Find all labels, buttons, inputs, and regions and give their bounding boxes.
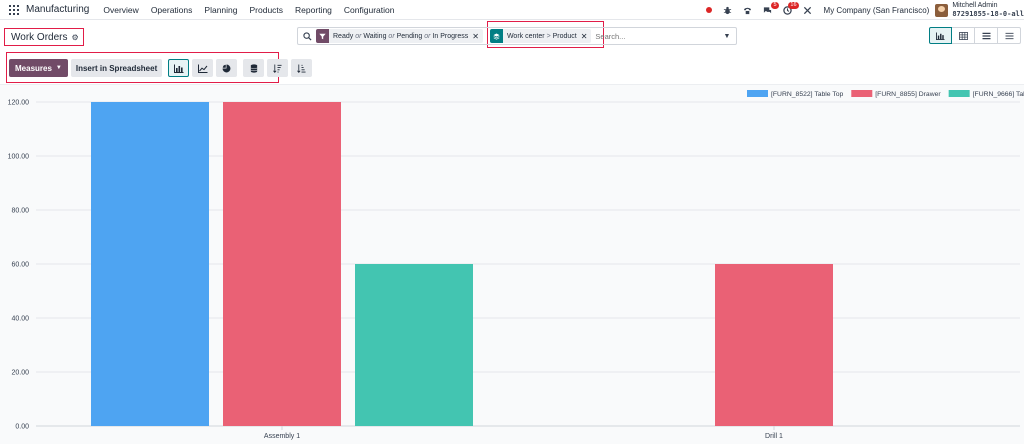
graph-view-button[interactable] [929, 27, 952, 44]
database-name: 87291855-18-0-all [952, 10, 1024, 18]
pie-chart-button[interactable] [216, 59, 238, 77]
group-facet-text: Work center > Product [506, 32, 577, 40]
sort-ascending-icon [297, 63, 306, 73]
chart-bar [715, 264, 833, 426]
y-tick-label: 40.00 [11, 316, 29, 323]
descending-sort-button[interactable] [267, 59, 289, 77]
line-chart-button[interactable] [192, 59, 214, 77]
legend-label: [FURN_8522] Table Top [771, 91, 844, 98]
menu-reporting[interactable]: Reporting [295, 5, 332, 15]
stacked-button[interactable] [243, 59, 265, 77]
x-tick-label: Assembly 1 [264, 433, 300, 440]
search-input[interactable] [595, 31, 718, 41]
chart-bar [91, 102, 209, 426]
systray: 5 16 [705, 1, 812, 15]
tools-icon[interactable] [803, 6, 812, 15]
messages-badge: 5 [771, 1, 779, 9]
chart-bar [223, 102, 341, 426]
bar-chart: 0.00 20.00 40.00 60.00 80.00 100.00 120.00 Asse… [8, 90, 1024, 440]
hamburger-icon [1005, 32, 1013, 39]
search-icon[interactable] [298, 31, 316, 41]
app-name[interactable]: Manufacturing [26, 4, 89, 15]
y-tick-label: 0.00 [15, 424, 29, 431]
user-avatar[interactable] [935, 3, 949, 17]
pivot-grid-icon [958, 31, 968, 40]
record-icon[interactable] [705, 7, 712, 13]
y-tick-label: 80.00 [11, 208, 29, 215]
view-switcher [929, 27, 1021, 44]
gear-icon[interactable]: ⚙ [72, 33, 79, 42]
bar-chart-icon [173, 64, 184, 73]
y-tick-label: 120.00 [8, 100, 30, 107]
list-icon [982, 32, 990, 39]
bug-icon[interactable] [723, 6, 732, 15]
ascending-sort-button[interactable] [291, 59, 313, 77]
x-tick-label: Drill 1 [765, 433, 783, 440]
insert-spreadsheet-button[interactable]: Insert in Spreadsheet [70, 59, 163, 77]
measures-label: Measures [15, 63, 52, 73]
search-options-chevron-icon[interactable]: ▼ [718, 33, 736, 40]
filter-facet-text: Ready or Waiting or Pending or In Progre… [333, 32, 469, 40]
graph-toolbar: Measures ▼ Insert in Spreadsheet [9, 59, 313, 77]
legend-label: [FURN_9666] Table [973, 91, 1024, 98]
menu-view-button[interactable] [998, 27, 1021, 44]
legend-swatch [948, 90, 970, 97]
menu-products[interactable]: Products [250, 5, 284, 15]
y-tick-label: 20.00 [11, 370, 29, 377]
measures-dropdown-button[interactable]: Measures ▼ [9, 59, 68, 77]
user-menu[interactable]: Mitchell Admin 87291855-18-0-all [952, 2, 1024, 18]
y-tick-label: 60.00 [11, 262, 29, 269]
menu-operations[interactable]: Operations [151, 5, 193, 15]
remove-group-icon[interactable]: ✕ [581, 32, 592, 41]
legend-swatch [747, 90, 768, 97]
menu-overview[interactable]: Overview [103, 5, 138, 15]
sort-descending-icon [273, 63, 282, 73]
filter-facet[interactable]: Ready or Waiting or Pending or In Progre… [316, 29, 483, 43]
line-chart-icon [197, 64, 208, 73]
list-view-button[interactable] [975, 27, 998, 44]
database-stack-icon [250, 63, 257, 73]
bar-chart-icon [936, 31, 945, 40]
menu-planning[interactable]: Planning [204, 5, 237, 15]
phone-icon[interactable] [743, 6, 752, 15]
search-bar: Ready or Waiting or Pending or In Progre… [297, 27, 737, 45]
pie-chart-icon [222, 64, 231, 72]
page-title[interactable]: Work Orders [11, 32, 68, 43]
apps-menu-icon[interactable] [9, 4, 19, 15]
legend-label: [FURN_8855] Drawer [875, 91, 941, 98]
user-name: Mitchell Admin [952, 2, 998, 9]
bar-chart-button[interactable] [168, 59, 190, 77]
top-navbar: Manufacturing Overview Operations Planni… [0, 0, 1024, 20]
caret-down-icon: ▼ [55, 65, 62, 71]
activities-badge: 16 [788, 1, 799, 9]
main-menu: Overview Operations Planning Products Re… [103, 5, 394, 15]
company-switcher[interactable]: My Company (San Francisco) [824, 6, 930, 15]
menu-configuration[interactable]: Configuration [344, 5, 395, 15]
breadcrumb: Work Orders ⚙ [4, 28, 84, 46]
activities-icon[interactable]: 16 [782, 1, 799, 15]
pivot-view-button[interactable] [952, 27, 975, 44]
messages-icon[interactable]: 5 [763, 1, 779, 15]
group-facet[interactable]: Work center > Product ✕ [489, 29, 592, 43]
layers-icon [489, 29, 503, 43]
remove-filter-icon[interactable]: ✕ [472, 32, 483, 41]
legend-swatch [851, 90, 873, 97]
control-panel: Work Orders ⚙ Ready or Waiting or Pendin… [0, 20, 1024, 84]
graph-view: 0.00 20.00 40.00 60.00 80.00 100.00 120.00 Asse… [0, 84, 1024, 444]
filter-icon [316, 29, 329, 43]
navbar-right: 5 16 My Company (San Francisco) Mitchell… [705, 0, 1024, 20]
chart-bar [355, 264, 473, 426]
y-tick-label: 100.00 [8, 154, 30, 161]
